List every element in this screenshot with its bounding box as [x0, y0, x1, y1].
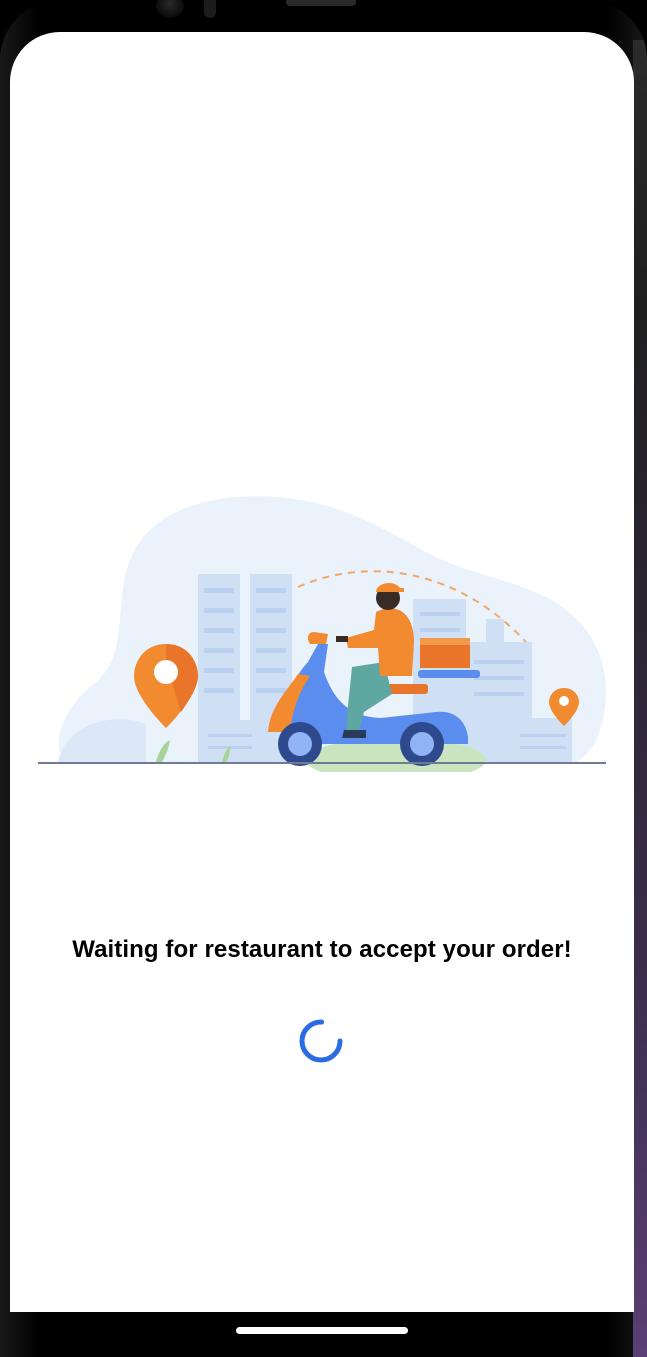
phone-frame: Waiting for restaurant to accept your or…: [0, 0, 647, 1357]
app-screen: Waiting for restaurant to accept your or…: [10, 32, 634, 1312]
order-status-message: Waiting for restaurant to accept your or…: [72, 936, 572, 963]
loading-spinner-icon: [299, 1019, 343, 1063]
camera-notch: [150, 0, 380, 18]
phone-side-edge: [633, 40, 647, 1357]
delivery-scooter-illustration: [38, 496, 607, 772]
earpiece-speaker: [286, 0, 356, 6]
proximity-sensor: [204, 0, 216, 18]
front-camera-icon: [156, 0, 184, 18]
home-indicator[interactable]: [236, 1327, 408, 1334]
